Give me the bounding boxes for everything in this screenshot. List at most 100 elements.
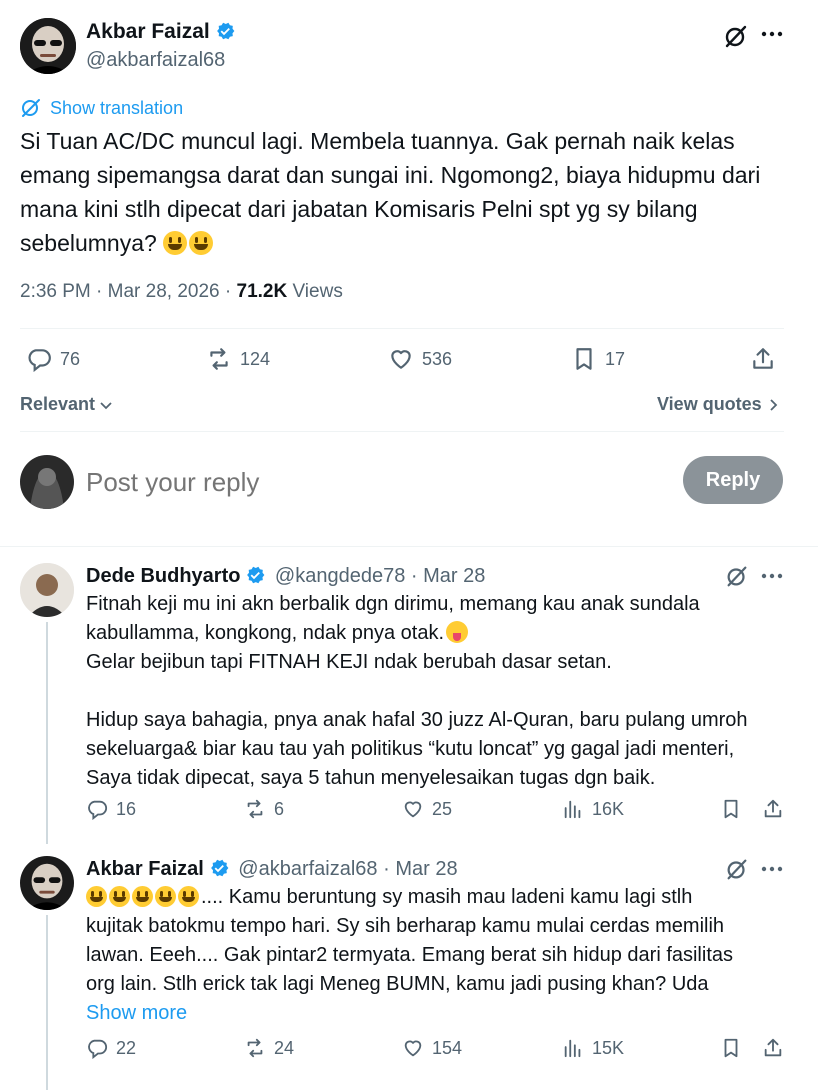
rofl-emoji [178, 886, 199, 907]
heart-icon [391, 350, 411, 369]
share-icon [764, 1038, 782, 1057]
bookmark-icon [724, 799, 738, 819]
rofl-emoji [155, 886, 176, 907]
reply-line: lawan. Eeeh.... Gak pintar2 termyata. Em… [86, 944, 734, 966]
grok-icon[interactable] [724, 563, 750, 589]
reply-author-name[interactable]: Dede Budhyarto [86, 565, 240, 587]
grinning-face-emoji [189, 231, 214, 255]
heart-icon [404, 801, 422, 818]
reply-avatar[interactable] [20, 856, 74, 910]
reply-icon [28, 349, 51, 372]
view-quotes-link[interactable]: View quotes [657, 394, 780, 415]
show-translation-link[interactable]: Show translation [20, 97, 183, 119]
share-icon [753, 348, 773, 369]
reply-icon [88, 1039, 108, 1059]
like-action[interactable]: 536 [388, 346, 452, 372]
reply-line: kabullamma, kongkong, ndak pnya otak. [86, 622, 444, 644]
views-count: 15K [592, 1037, 625, 1058]
author-handle[interactable]: @akbarfaizal68 [86, 49, 225, 72]
share-icon [764, 799, 782, 818]
views-bar-chart-icon [564, 800, 581, 819]
like-count: 25 [432, 798, 453, 819]
more-options-icon[interactable] [760, 24, 784, 44]
reply-author-handle[interactable]: @akbarfaizal68 [238, 858, 377, 880]
reply-line [86, 677, 806, 706]
bookmark-icon [724, 1038, 738, 1058]
reply-action[interactable]: 76 [26, 346, 80, 372]
verified-badge-icon [210, 859, 229, 877]
repost-action[interactable]: 24 [244, 1037, 294, 1059]
post-body: Si Tuan AC/DC muncul lagi. Membela tuann… [20, 128, 761, 256]
repost-count: 24 [274, 1037, 295, 1058]
repost-count: 124 [240, 348, 271, 369]
repost-count: 6 [274, 798, 285, 819]
reply-line: org lain. Stlh erick tak lagi Meneg BUMN… [86, 973, 709, 995]
author-name[interactable]: Akbar Faizal [86, 20, 210, 43]
like-action[interactable]: 154 [402, 1037, 462, 1059]
chevron-right-icon [770, 398, 777, 411]
reply-line: Hidup saya bahagia, pnya anak hafal 30 j… [86, 709, 748, 731]
reply-author-name[interactable]: Akbar Faizal [86, 858, 204, 880]
reply-date[interactable]: · Mar 28 [405, 565, 485, 587]
views-action[interactable]: 15K [562, 1037, 624, 1059]
share-action[interactable] [762, 1037, 784, 1059]
bookmark-action[interactable] [720, 798, 742, 820]
reply-line: kujitak batokmu tempo hari. Sy sih berha… [86, 915, 725, 937]
rofl-emoji [109, 886, 130, 907]
reply-avatar[interactable] [20, 563, 74, 617]
author-avatar[interactable] [20, 18, 76, 74]
bookmark-action[interactable]: 17 [571, 346, 625, 372]
translate-icon [22, 99, 40, 117]
views-count: 16K [592, 798, 625, 819]
reply-count: 76 [60, 348, 81, 369]
more-options-icon[interactable] [760, 859, 784, 879]
post-timestamp[interactable]: 2:36 PM · Mar 28, 2026 · [20, 281, 237, 302]
reply-body: Fitnah keji mu ini akn berbalik dgn diri… [86, 590, 806, 793]
sort-dropdown[interactable]: Relevant [20, 394, 113, 415]
reply-line: Fitnah keji mu ini akn berbalik dgn diri… [86, 593, 700, 615]
like-count: 154 [432, 1037, 463, 1058]
repost-action[interactable]: 6 [244, 798, 284, 820]
reply-action[interactable]: 22 [86, 1037, 136, 1059]
views-bar-chart-icon [564, 1039, 581, 1058]
show-more-link[interactable]: Show more [86, 999, 806, 1028]
reply-button[interactable]: Reply [683, 456, 783, 504]
grok-icon[interactable] [722, 22, 750, 50]
reply-count: 16 [116, 798, 137, 819]
current-user-avatar[interactable] [20, 455, 74, 509]
verified-badge-icon [216, 22, 235, 40]
views-action[interactable]: 16K [562, 798, 624, 820]
bookmark-action[interactable] [720, 1037, 742, 1059]
repost-icon [247, 799, 263, 819]
views-label: Views [287, 281, 343, 302]
reply-input[interactable] [86, 462, 646, 502]
chevron-down-icon [100, 401, 112, 409]
repost-icon [247, 1038, 263, 1058]
reply-author-handle[interactable]: @kangdede78 [275, 565, 405, 587]
like-action[interactable]: 25 [402, 798, 452, 820]
like-count: 536 [422, 348, 453, 369]
reply-count: 22 [116, 1037, 137, 1058]
reply-icon [88, 800, 108, 820]
sort-label: Relevant [20, 394, 96, 414]
repost-action[interactable]: 124 [206, 346, 270, 372]
share-action[interactable] [762, 798, 784, 820]
tongue-emoji [446, 621, 468, 643]
show-translation-label: Show translation [50, 97, 184, 118]
reply-body: .... Kamu beruntung sy masih mau ladeni … [86, 883, 806, 1028]
reply-line: Gelar bejibun tapi FITNAH KEJI ndak beru… [86, 651, 612, 673]
rofl-emoji [86, 886, 107, 907]
grok-icon[interactable] [724, 856, 750, 882]
more-options-icon[interactable] [760, 566, 784, 586]
reply-action[interactable]: 16 [86, 798, 136, 820]
bookmark-count: 17 [605, 348, 626, 369]
reply-date[interactable]: · Mar 28 [378, 858, 457, 880]
heart-icon [404, 1040, 422, 1057]
share-action[interactable] [750, 346, 776, 372]
grinning-face-emoji [163, 231, 188, 255]
bookmark-icon [576, 348, 592, 370]
views-count: 71.2K [236, 281, 288, 302]
verified-badge-icon [247, 566, 265, 584]
reply-line: .... Kamu beruntung sy masih mau ladeni … [201, 886, 693, 908]
post-text: Si Tuan AC/DC muncul lagi. Membela tuann… [20, 124, 790, 260]
